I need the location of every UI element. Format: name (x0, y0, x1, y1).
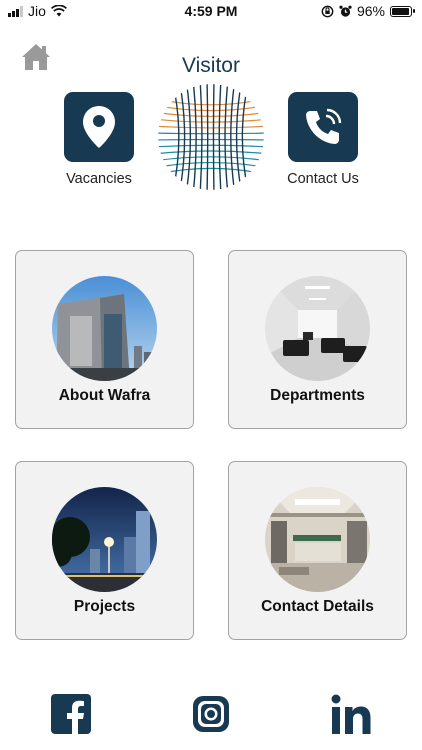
linkedin-icon (331, 694, 371, 734)
facebook-link[interactable] (51, 694, 91, 734)
alarm-icon (339, 5, 352, 17)
orientation-lock-icon (321, 5, 334, 17)
phone-icon (306, 108, 342, 144)
battery-percentage: 96% (356, 3, 385, 19)
instagram-link[interactable] (191, 694, 231, 734)
linkedin-link[interactable] (331, 694, 371, 734)
contact-us-tile[interactable] (288, 92, 358, 162)
about-wafra-card[interactable]: About Wafra (15, 250, 194, 429)
contact-details-label: Contact Details (261, 598, 374, 615)
battery-icon (390, 5, 415, 17)
location-pin-icon (83, 106, 115, 148)
projects-card[interactable]: Projects (15, 461, 194, 640)
battery-level (392, 7, 410, 15)
departments-photo (265, 276, 370, 381)
about-wafra-label: About Wafra (58, 387, 151, 404)
vacancies-tile[interactable] (64, 92, 134, 162)
brand-logo (158, 84, 264, 190)
vacancies-button[interactable]: Vacancies (49, 92, 149, 187)
contact-us-button[interactable]: Contact Us (273, 92, 373, 187)
instagram-icon (193, 696, 229, 732)
departments-card[interactable]: Departments (228, 250, 407, 429)
page-title: Visitor (182, 54, 240, 77)
about-wafra-photo (52, 276, 157, 381)
departments-label: Departments (270, 387, 365, 404)
projects-label: Projects (73, 598, 136, 615)
status-bar: Jio 4:59 PM 96% (0, 0, 422, 24)
projects-photo (52, 487, 157, 592)
contact-details-card[interactable]: Contact Details (228, 461, 407, 640)
facebook-icon (51, 694, 91, 734)
logo-graphic (158, 84, 264, 190)
vacancies-label: Vacancies (66, 171, 132, 187)
status-right: 96% (321, 3, 415, 19)
contact-us-label: Contact Us (287, 171, 359, 187)
contact-details-photo (265, 487, 370, 592)
